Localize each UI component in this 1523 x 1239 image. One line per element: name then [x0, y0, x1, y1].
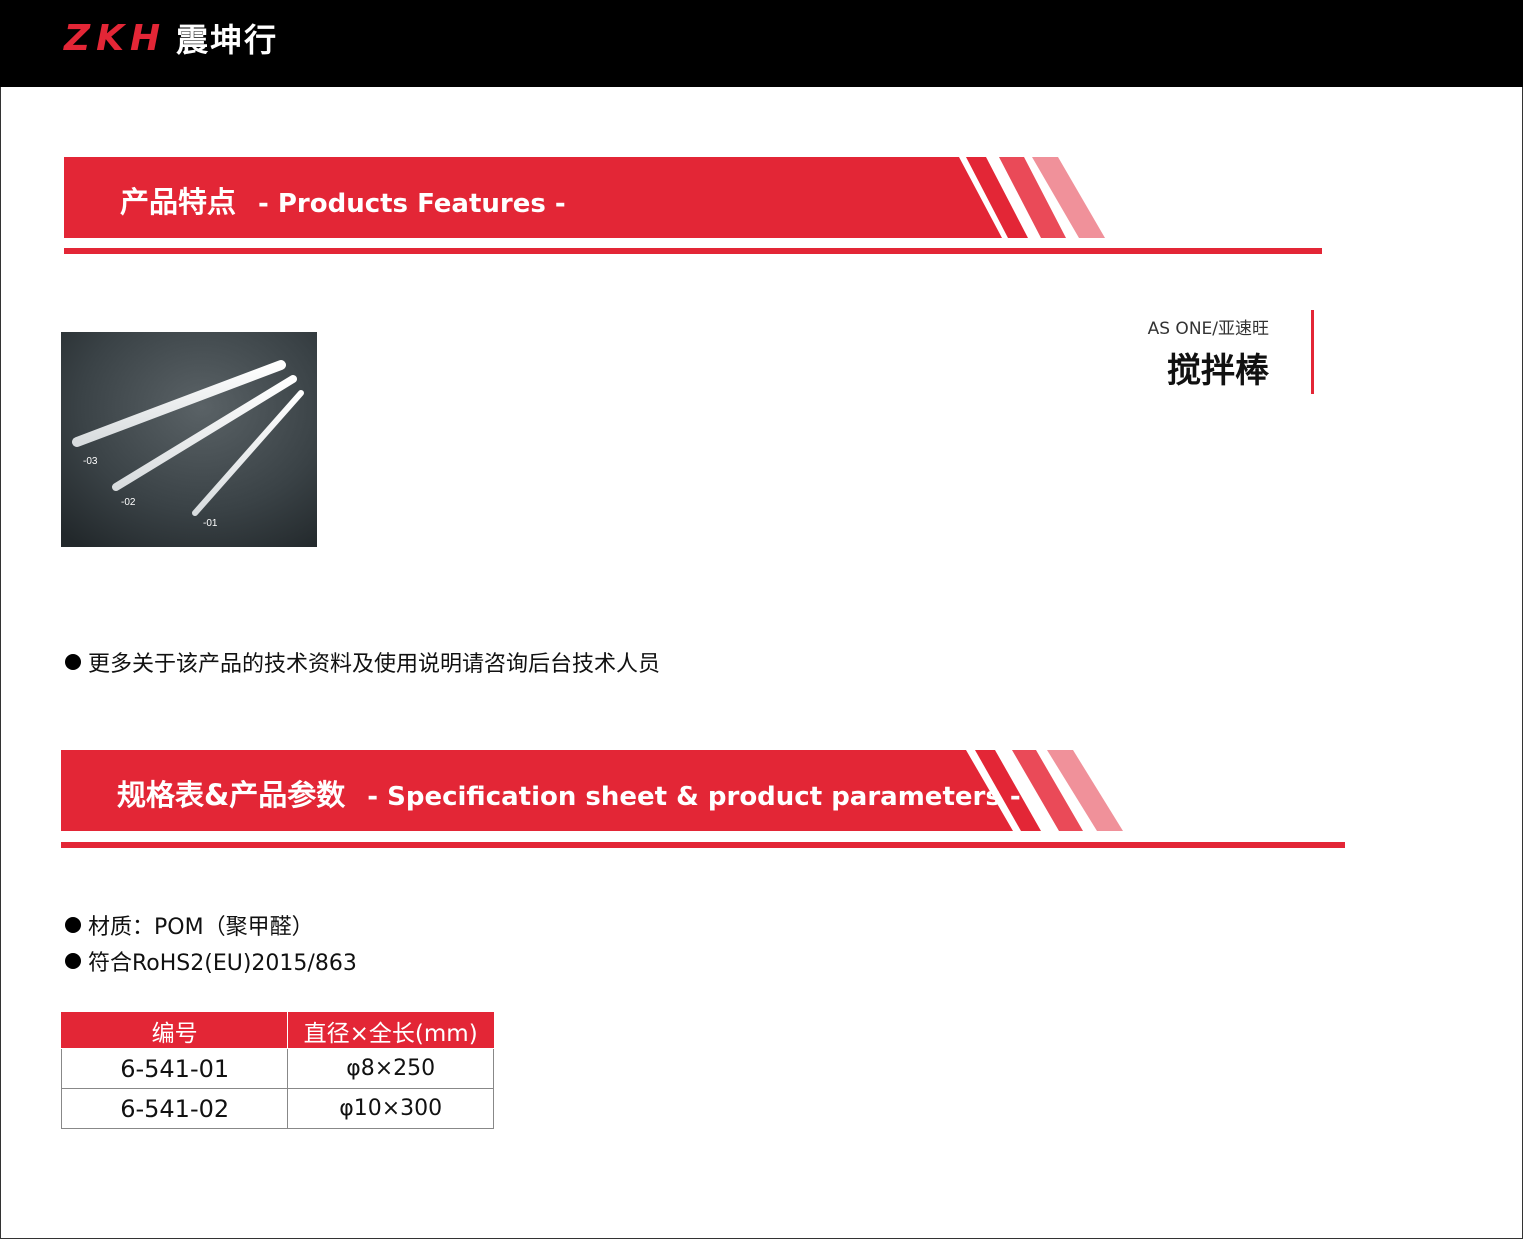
spec-banner: 规格表&产品参数 - Specification sheet & product…	[61, 748, 1345, 849]
bullet-dot-icon	[65, 917, 81, 933]
table-row: 6-541-01 φ8×250	[60, 1048, 494, 1089]
features-banner-title: 产品特点 - Products Features -	[120, 179, 566, 221]
header-dimensions: 直径×全长(mm)	[287, 1012, 494, 1049]
table-header-row: 编号 直径×全长(mm)	[60, 1012, 494, 1049]
features-title-cn: 产品特点	[120, 185, 237, 219]
rod-label-02: -02	[121, 497, 136, 508]
cell-code: 6-541-01	[60, 1048, 289, 1089]
spec-title-cn: 规格表&产品参数	[117, 778, 346, 812]
bullet-dot-icon	[65, 953, 81, 969]
zkh-logo[interactable]: ZKH 震坤行	[64, 17, 279, 60]
spec-banner-title: 规格表&产品参数 - Specification sheet & product…	[117, 772, 1021, 814]
table-row: 6-541-02 φ10×300	[60, 1088, 494, 1129]
brand-block: AS ONE/亚速旺 搅拌棒	[1100, 310, 1314, 394]
material-bullet: 材质：POM（聚甲醛）	[65, 909, 314, 941]
rod-label-01: -01	[203, 518, 218, 529]
top-bar: ZKH 震坤行	[0, 0, 1523, 87]
spec-table: 编号 直径×全长(mm) 6-541-01 φ8×250 6-541-02 φ1…	[60, 1012, 494, 1129]
features-title-en: - Products Features -	[258, 189, 566, 219]
rohs-text: 符合RoHS2(EU)2015/863	[88, 951, 357, 976]
rohs-bullet: 符合RoHS2(EU)2015/863	[65, 945, 357, 977]
brand-name: AS ONE/亚速旺	[1147, 319, 1269, 339]
rod-label-03: -03	[83, 456, 98, 467]
bullet-dot-icon	[65, 654, 81, 670]
material-text: 材质：POM（聚甲醛）	[88, 915, 314, 940]
logo-chinese: 震坤行	[176, 21, 279, 59]
spec-title-en: - Specification sheet & product paramete…	[367, 782, 1021, 812]
cell-dimensions: φ8×250	[287, 1048, 494, 1089]
cell-code: 6-541-02	[60, 1088, 289, 1129]
product-name: 搅拌棒	[1167, 351, 1269, 391]
cell-dimensions: φ10×300	[287, 1088, 494, 1129]
note-bullet: 更多关于该产品的技术资料及使用说明请咨询后台技术人员	[65, 646, 660, 678]
product-photo: -03 -02 -01	[61, 332, 317, 547]
note-text: 更多关于该产品的技术资料及使用说明请咨询后台技术人员	[88, 652, 661, 677]
header-code: 编号	[60, 1012, 289, 1049]
logo-latin: ZKH	[64, 17, 167, 59]
features-banner: 产品特点 - Products Features -	[64, 155, 1322, 255]
